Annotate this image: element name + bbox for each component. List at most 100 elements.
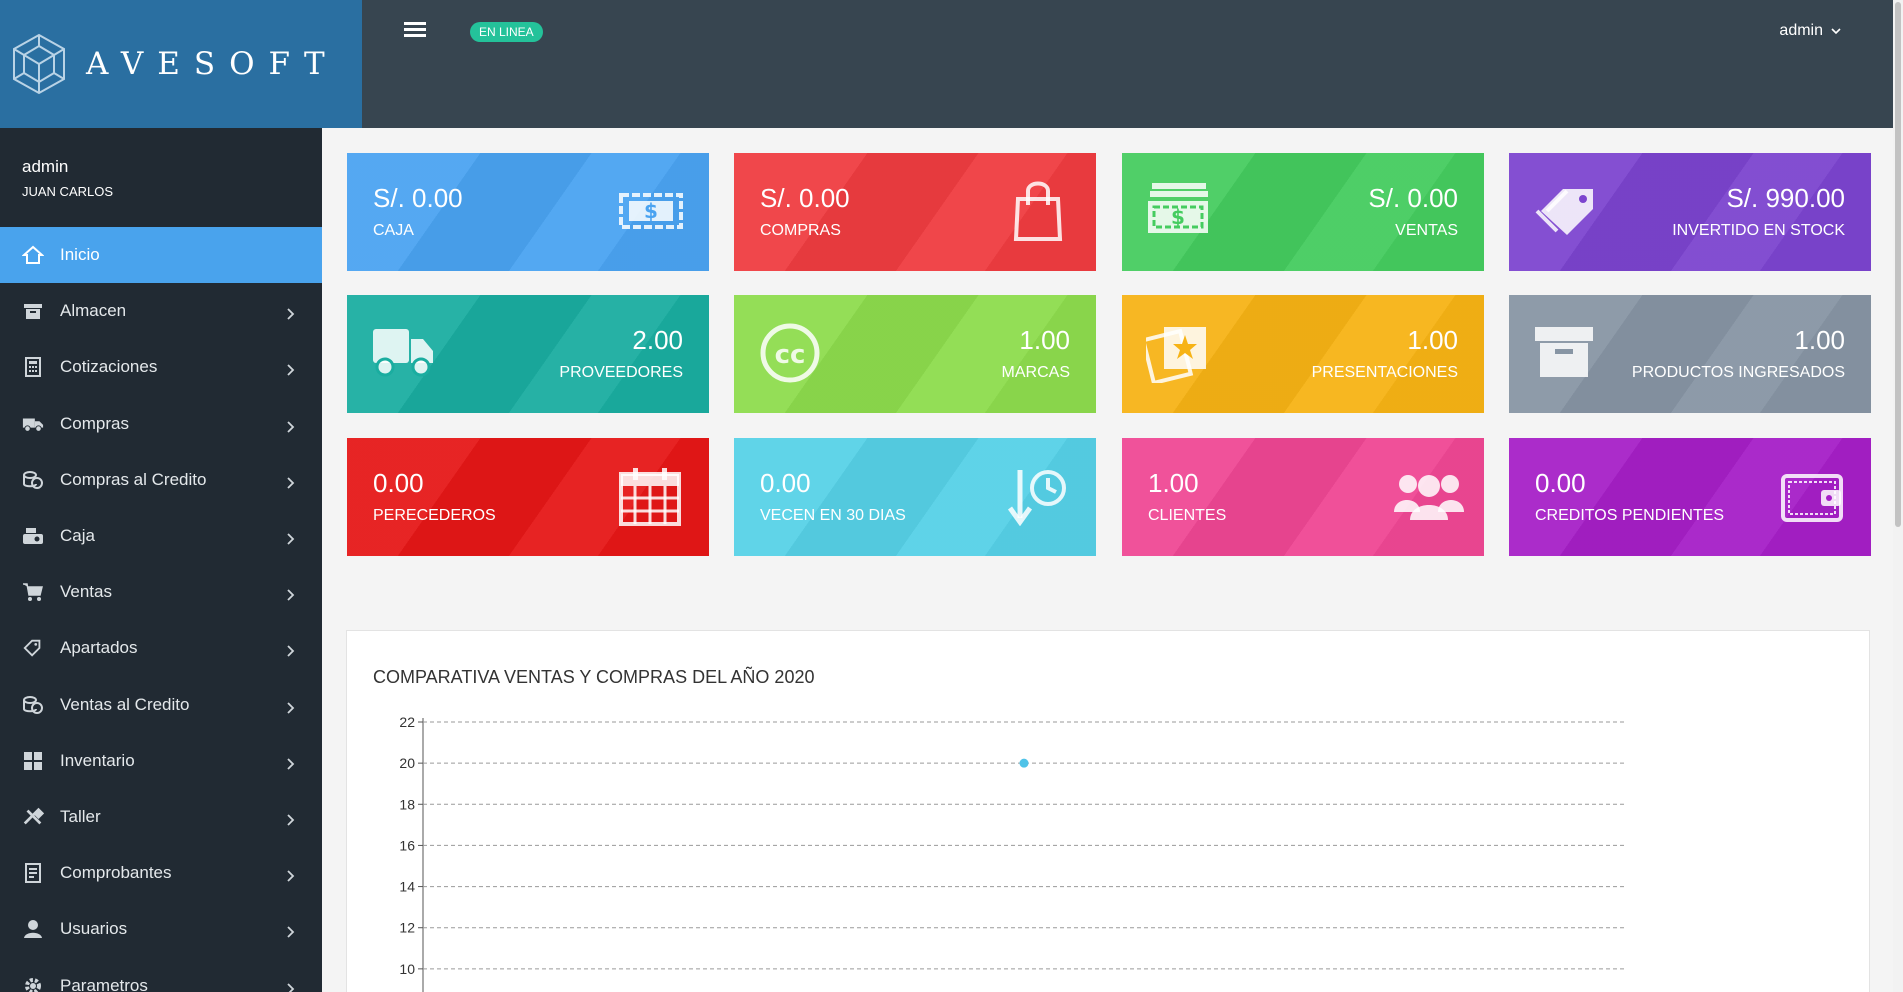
page-scrollbar[interactable] [1893, 0, 1903, 992]
sidebar-item-label: Cotizaciones [60, 357, 158, 377]
photos-icon [1140, 323, 1210, 386]
calculator-icon [22, 356, 44, 378]
chevron-down-icon [1831, 28, 1841, 35]
y-tick-label: 16 [399, 837, 415, 853]
chart-panel: COMPARATIVA VENTAS Y COMPRAS DEL AÑO 202… [346, 630, 1870, 992]
sort-time-icon [1006, 466, 1070, 527]
stat-card-creditos-pendientes[interactable]: 0.00 CREDITOS PENDIENTES [1509, 438, 1871, 556]
chevron-right-icon [284, 305, 296, 320]
chevron-right-icon [284, 867, 296, 882]
stat-card-perecederos[interactable]: 0.00 PERECEDEROS [347, 438, 709, 556]
data-point[interactable] [1019, 758, 1029, 768]
y-tick-label: 12 [399, 920, 415, 936]
sidebar-item-ventas-al-credito[interactable]: Ventas al Credito [0, 677, 322, 733]
stat-card-value: 1.00 [1794, 325, 1845, 355]
sidebar-item-comprobantes[interactable]: Comprobantes [0, 845, 322, 901]
brand-name: AVESOFT [86, 46, 339, 82]
stat-card-label: CREDITOS PENDIENTES [1535, 507, 1725, 524]
stat-card-label: COMPRAS [760, 222, 841, 239]
chevron-right-icon [284, 642, 296, 658]
sidebar-item-label: Taller [60, 806, 101, 826]
sidebar-item-label: Almacen [60, 301, 127, 321]
svg-text:$: $ [644, 199, 658, 223]
sidebar-item-inicio[interactable]: Inicio [0, 227, 322, 284]
stat-card-proveedores[interactable]: 2.00 PROVEEDORES [347, 295, 709, 413]
tools-icon [22, 806, 44, 828]
truck-icon [371, 323, 435, 383]
svg-text:$: $ [1171, 205, 1185, 229]
chevron-right-icon [284, 923, 296, 938]
sidebar-user-name: admin [22, 157, 69, 176]
archive-icon [22, 300, 44, 322]
stat-card-label: PRODUCTOS INGRESADOS [1631, 364, 1845, 381]
stat-card-value: 1.00 [1019, 325, 1070, 355]
sidebar-user-panel: admin JUAN CARLOS [0, 128, 322, 227]
scrollbar-thumb[interactable] [1895, 2, 1901, 527]
stat-card-value: 0.00 [373, 468, 424, 498]
stat-card-caja[interactable]: $ S/. 0.00 CAJA [347, 153, 709, 271]
stat-card-productos-ingresados[interactable]: 1.00 PRODUCTOS INGRESADOS [1509, 295, 1871, 413]
chevron-right-icon [284, 418, 296, 433]
sidebar-item-compras[interactable]: Compras [0, 396, 322, 452]
stat-card-ventas[interactable]: $ S/. 0.00 VENTAS [1122, 153, 1484, 271]
stat-card-label: CLIENTES [1148, 507, 1227, 524]
stat-card-value: S/. 0.00 [373, 183, 463, 213]
tags-icon [22, 637, 44, 659]
sidebar-item-cotizaciones[interactable]: Cotizaciones [0, 339, 322, 395]
calendar-icon [619, 466, 683, 526]
box-icon [1533, 323, 1597, 383]
stat-card-vecen-en-30-dias[interactable]: 0.00 VECEN EN 30 DIAS [734, 438, 1096, 556]
chevron-right-icon [284, 474, 296, 489]
stat-card-compras[interactable]: S/. 0.00 COMPRAS [734, 153, 1096, 271]
coins-icon [22, 469, 44, 491]
y-tick-label: 10 [399, 961, 415, 977]
top-navbar: EN LINEA admin [362, 0, 1893, 128]
stat-card-label: MARCAS [1001, 364, 1070, 381]
stat-card-value: 0.00 [1535, 468, 1586, 498]
chevron-right-icon [284, 699, 296, 714]
sidebar-item-apartados[interactable]: Apartados [0, 620, 322, 676]
chevron-right-icon [284, 755, 296, 770]
logo[interactable]: AVESOFT [0, 0, 362, 128]
sidebar-item-label: Inicio [60, 245, 100, 265]
sidebar-item-taller[interactable]: Taller [0, 789, 322, 845]
sidebar-item-parametros[interactable]: Parametros [0, 957, 322, 992]
sidebar-user-fullname: JUAN CARLOS [22, 184, 114, 199]
home-icon [22, 244, 44, 266]
chevron-right-icon [284, 811, 296, 826]
menu-toggle-icon[interactable] [404, 22, 426, 40]
sidebar: admin JUAN CARLOS Inicio Almacen Cotizacio… [0, 128, 322, 992]
user-menu-label: admin [1779, 22, 1823, 39]
sidebar-item-caja[interactable]: Caja [0, 508, 322, 564]
sidebar-item-label: Parametros [60, 975, 148, 992]
sidebar-item-usuarios[interactable]: Usuarios [0, 901, 322, 957]
shopping-bag-icon [1006, 181, 1070, 241]
user-dropdown[interactable]: admin [1779, 22, 1841, 40]
stat-card-value: S/. 0.00 [760, 183, 850, 213]
stat-card-invertido-en-stock[interactable]: S/. 990.00 INVERTIDO EN STOCK [1509, 153, 1871, 271]
stat-card-marcas[interactable]: cc 1.00 MARCAS [734, 295, 1096, 413]
cash-register-icon [22, 525, 44, 547]
sidebar-item-label: Usuarios [60, 919, 128, 939]
sidebar-item-almacen[interactable]: Almacen [0, 283, 322, 339]
sidebar-item-inventario[interactable]: Inventario [0, 733, 322, 789]
tags-icon [1533, 181, 1597, 241]
stat-card-clientes[interactable]: 1.00 CLIENTES [1122, 438, 1484, 556]
stat-card-presentaciones[interactable]: 1.00 PRESENTACIONES [1122, 295, 1484, 413]
stat-card-value: 2.00 [632, 325, 683, 355]
sidebar-item-label: Inventario [60, 750, 135, 770]
sidebar-item-label: Ventas [60, 582, 112, 602]
sidebar-item-label: Apartados [60, 638, 138, 658]
y-tick-label: 22 [399, 714, 415, 730]
stat-card-label: VENTAS [1395, 222, 1458, 239]
svg-text:cc: cc [775, 340, 806, 370]
grid-icon [22, 750, 44, 772]
money-stack-icon: $ [1146, 181, 1210, 241]
line-chart: 222018161412108 [399, 714, 1625, 992]
sidebar-item-ventas[interactable]: Ventas [0, 564, 322, 620]
stat-card-label: CAJA [373, 222, 414, 239]
cart-icon [22, 581, 44, 603]
chevron-right-icon [284, 361, 296, 377]
stat-card-value: 0.00 [760, 468, 811, 498]
sidebar-item-compras-al-credito[interactable]: Compras al Credito [0, 452, 322, 508]
